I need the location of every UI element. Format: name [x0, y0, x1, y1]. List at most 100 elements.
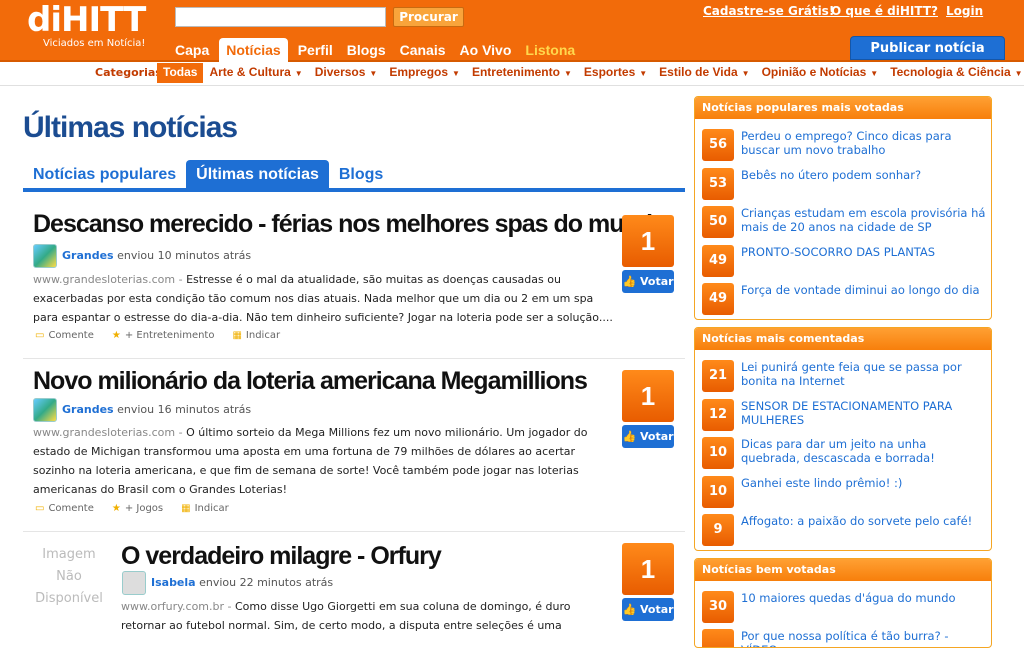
story-source[interactable]: www.grandesloterias.com -	[33, 426, 183, 439]
nav-tab-ao-vivo[interactable]: Ao Vivo	[453, 38, 519, 62]
story-snippet: www.grandesloterias.com - Estresse é o m…	[33, 273, 613, 324]
score-badge: 21	[702, 360, 734, 392]
indicate-action[interactable]: ▦ Indicar	[232, 330, 280, 341]
no-image-placeholder: Imagem Não Disponível	[35, 547, 103, 606]
story-item: Imagem Não Disponível O verdadeiro milag…	[23, 532, 685, 637]
tab-blogs[interactable]: Blogs	[329, 160, 393, 188]
vote-button[interactable]: 👍 Votar	[622, 270, 674, 293]
vote-count: 1	[622, 215, 674, 267]
most-commented-box: Notícias mais comentadas 21 Lei punirá ge…	[694, 327, 992, 551]
signup-link[interactable]: Cadastre-se Grátis!	[703, 4, 834, 18]
category-action[interactable]: ★ + Jogos	[112, 503, 163, 514]
comment-action[interactable]: ▭ Comente	[35, 330, 94, 341]
story-source[interactable]: www.orfury.com.br -	[121, 600, 232, 613]
comment-action[interactable]: ▭ Comente	[35, 503, 94, 514]
nav-tab-blogs[interactable]: Blogs	[340, 38, 393, 62]
story-title[interactable]: Novo milionário da loteria americana Meg…	[33, 367, 588, 396]
tab-latest-news[interactable]: Últimas notícias	[186, 160, 329, 188]
vote-button[interactable]: 👍 Votar	[622, 425, 674, 448]
chevron-down-icon: ▼	[563, 69, 572, 78]
score-badge: 10	[702, 476, 734, 508]
nav-tab-canais[interactable]: Canais	[393, 38, 453, 62]
category-entretenimento[interactable]: Entretenimento ▼	[466, 63, 578, 83]
story-byline: Grandes enviou 10 minutos atrás	[62, 249, 251, 262]
story-byline: Isabela enviou 22 minutos atrás	[151, 576, 333, 589]
nav-tab-perfil[interactable]: Perfil	[291, 38, 340, 62]
news-link[interactable]: Affogato: a paixão do sorvete pelo café!	[741, 514, 987, 528]
score-badge: 50	[702, 206, 734, 238]
news-link[interactable]: Ganhei este lindo prêmio! :)	[741, 476, 987, 490]
popular-news-box: Notícias populares mais votadas 56 Perdeu…	[694, 96, 992, 320]
story-item: Novo milionário da loteria americana Meg…	[23, 359, 685, 532]
chevron-down-icon: ▼	[870, 69, 879, 78]
chevron-down-icon: ▼	[452, 69, 460, 78]
news-link[interactable]: Bebês no útero podem sonhar?	[741, 168, 987, 182]
vote-count: 1	[622, 543, 674, 595]
avatar[interactable]	[33, 244, 57, 268]
box-title: Notícias bem votadas	[695, 559, 991, 581]
avatar[interactable]	[33, 398, 57, 422]
main-nav: Capa Notícias Perfil Blogs Canais Ao Viv…	[168, 38, 582, 62]
category-estilo-de-vida[interactable]: Estilo de Vida ▼	[653, 63, 755, 83]
news-link[interactable]: Perdeu o emprego? Cinco dicas para busca…	[741, 129, 987, 157]
vote-count: 1	[622, 370, 674, 422]
news-link[interactable]: Lei punirá gente feia que se passa por b…	[741, 360, 987, 388]
category-list: Todas Arte & Cultura ▼ Diversos ▼ Empregos…	[157, 63, 1024, 83]
story-user[interactable]: Grandes	[62, 249, 114, 262]
category-tecnologia-ciencia[interactable]: Tecnologia & Ciência ▼	[884, 63, 1024, 83]
news-link[interactable]: SENSOR DE ESTACIONAMENTO PARA MULHERES	[741, 399, 987, 427]
about-link[interactable]: O que é diHITT?	[831, 4, 938, 18]
category-empregos[interactable]: Empregos ▼	[383, 63, 466, 83]
category-action[interactable]: ★ + Entretenimento	[112, 330, 215, 341]
category-todas[interactable]: Todas	[157, 63, 204, 83]
score-badge: 49	[702, 245, 734, 277]
search-button[interactable]: Procurar	[393, 7, 464, 27]
story-title[interactable]: Descanso merecido - férias nos melhores …	[33, 210, 667, 239]
story-byline: Grandes enviou 16 minutos atrás	[62, 403, 251, 416]
news-link[interactable]: Força de vontade diminui ao longo do dia	[741, 283, 987, 297]
category-arte-cultura[interactable]: Arte & Cultura ▼	[203, 63, 308, 83]
story-title[interactable]: O verdadeiro milagre - Orfury	[121, 542, 442, 571]
publish-news-button[interactable]: Publicar notícia	[850, 36, 1005, 60]
avatar[interactable]	[122, 571, 146, 595]
indicate-icon: ▦	[181, 503, 191, 514]
score-badge	[702, 629, 734, 647]
star-icon: ★	[111, 330, 121, 341]
news-link[interactable]: Dicas para dar um jeito na unha quebrada…	[741, 437, 987, 465]
tab-popular-news[interactable]: Notícias populares	[23, 160, 186, 188]
story-source[interactable]: www.grandesloterias.com -	[33, 273, 183, 286]
chevron-down-icon: ▼	[294, 69, 303, 78]
news-link[interactable]: 10 maiores quedas d'água do mundo	[741, 591, 987, 605]
tagline: Viciados em Notícia!	[43, 38, 146, 49]
indicate-icon: ▦	[232, 330, 242, 341]
chevron-down-icon: ▼	[1014, 69, 1023, 78]
news-link[interactable]: Crianças estudam em escola provisória há…	[741, 206, 987, 234]
vote-box: 1 👍 Votar	[622, 215, 674, 293]
comment-icon: ▭	[35, 503, 45, 514]
login-link[interactable]: Login	[946, 4, 983, 18]
header-bar: diHITT Viciados em Notícia! Procurar Cad…	[0, 0, 1024, 62]
nav-tab-listona[interactable]: Listona	[518, 38, 582, 62]
story-actions: ▭ Comente ★ + Jogos ▦ Indicar	[35, 503, 229, 514]
story-user[interactable]: Grandes	[62, 403, 114, 416]
category-esportes[interactable]: Esportes ▼	[578, 63, 653, 83]
search-input[interactable]	[175, 7, 386, 27]
indicate-action[interactable]: ▦ Indicar	[181, 503, 229, 514]
category-opiniao-noticias[interactable]: Opinião e Notícias ▼	[756, 63, 885, 83]
vote-button[interactable]: 👍 Votar	[622, 598, 674, 621]
story-item: Descanso merecido - férias nos melhores …	[23, 204, 685, 359]
news-link[interactable]: Por que nossa política é tão burra? - VÍ…	[741, 629, 987, 647]
thumbs-up-icon: 👍	[622, 275, 640, 288]
page-title: Últimas notícias	[23, 111, 238, 144]
category-diversos[interactable]: Diversos ▼	[309, 63, 384, 83]
story-user[interactable]: Isabela	[151, 576, 196, 589]
score-badge: 56	[702, 129, 734, 161]
box-title: Notícias mais comentadas	[695, 328, 991, 350]
score-badge: 12	[702, 399, 734, 431]
nav-tab-capa[interactable]: Capa	[168, 38, 216, 62]
logo[interactable]: diHITT	[27, 2, 146, 38]
nav-tab-noticias[interactable]: Notícias	[219, 38, 288, 62]
news-link[interactable]: PRONTO-SOCORRO DAS PLANTAS	[741, 245, 987, 259]
score-badge: 53	[702, 168, 734, 200]
score-badge: 10	[702, 437, 734, 469]
